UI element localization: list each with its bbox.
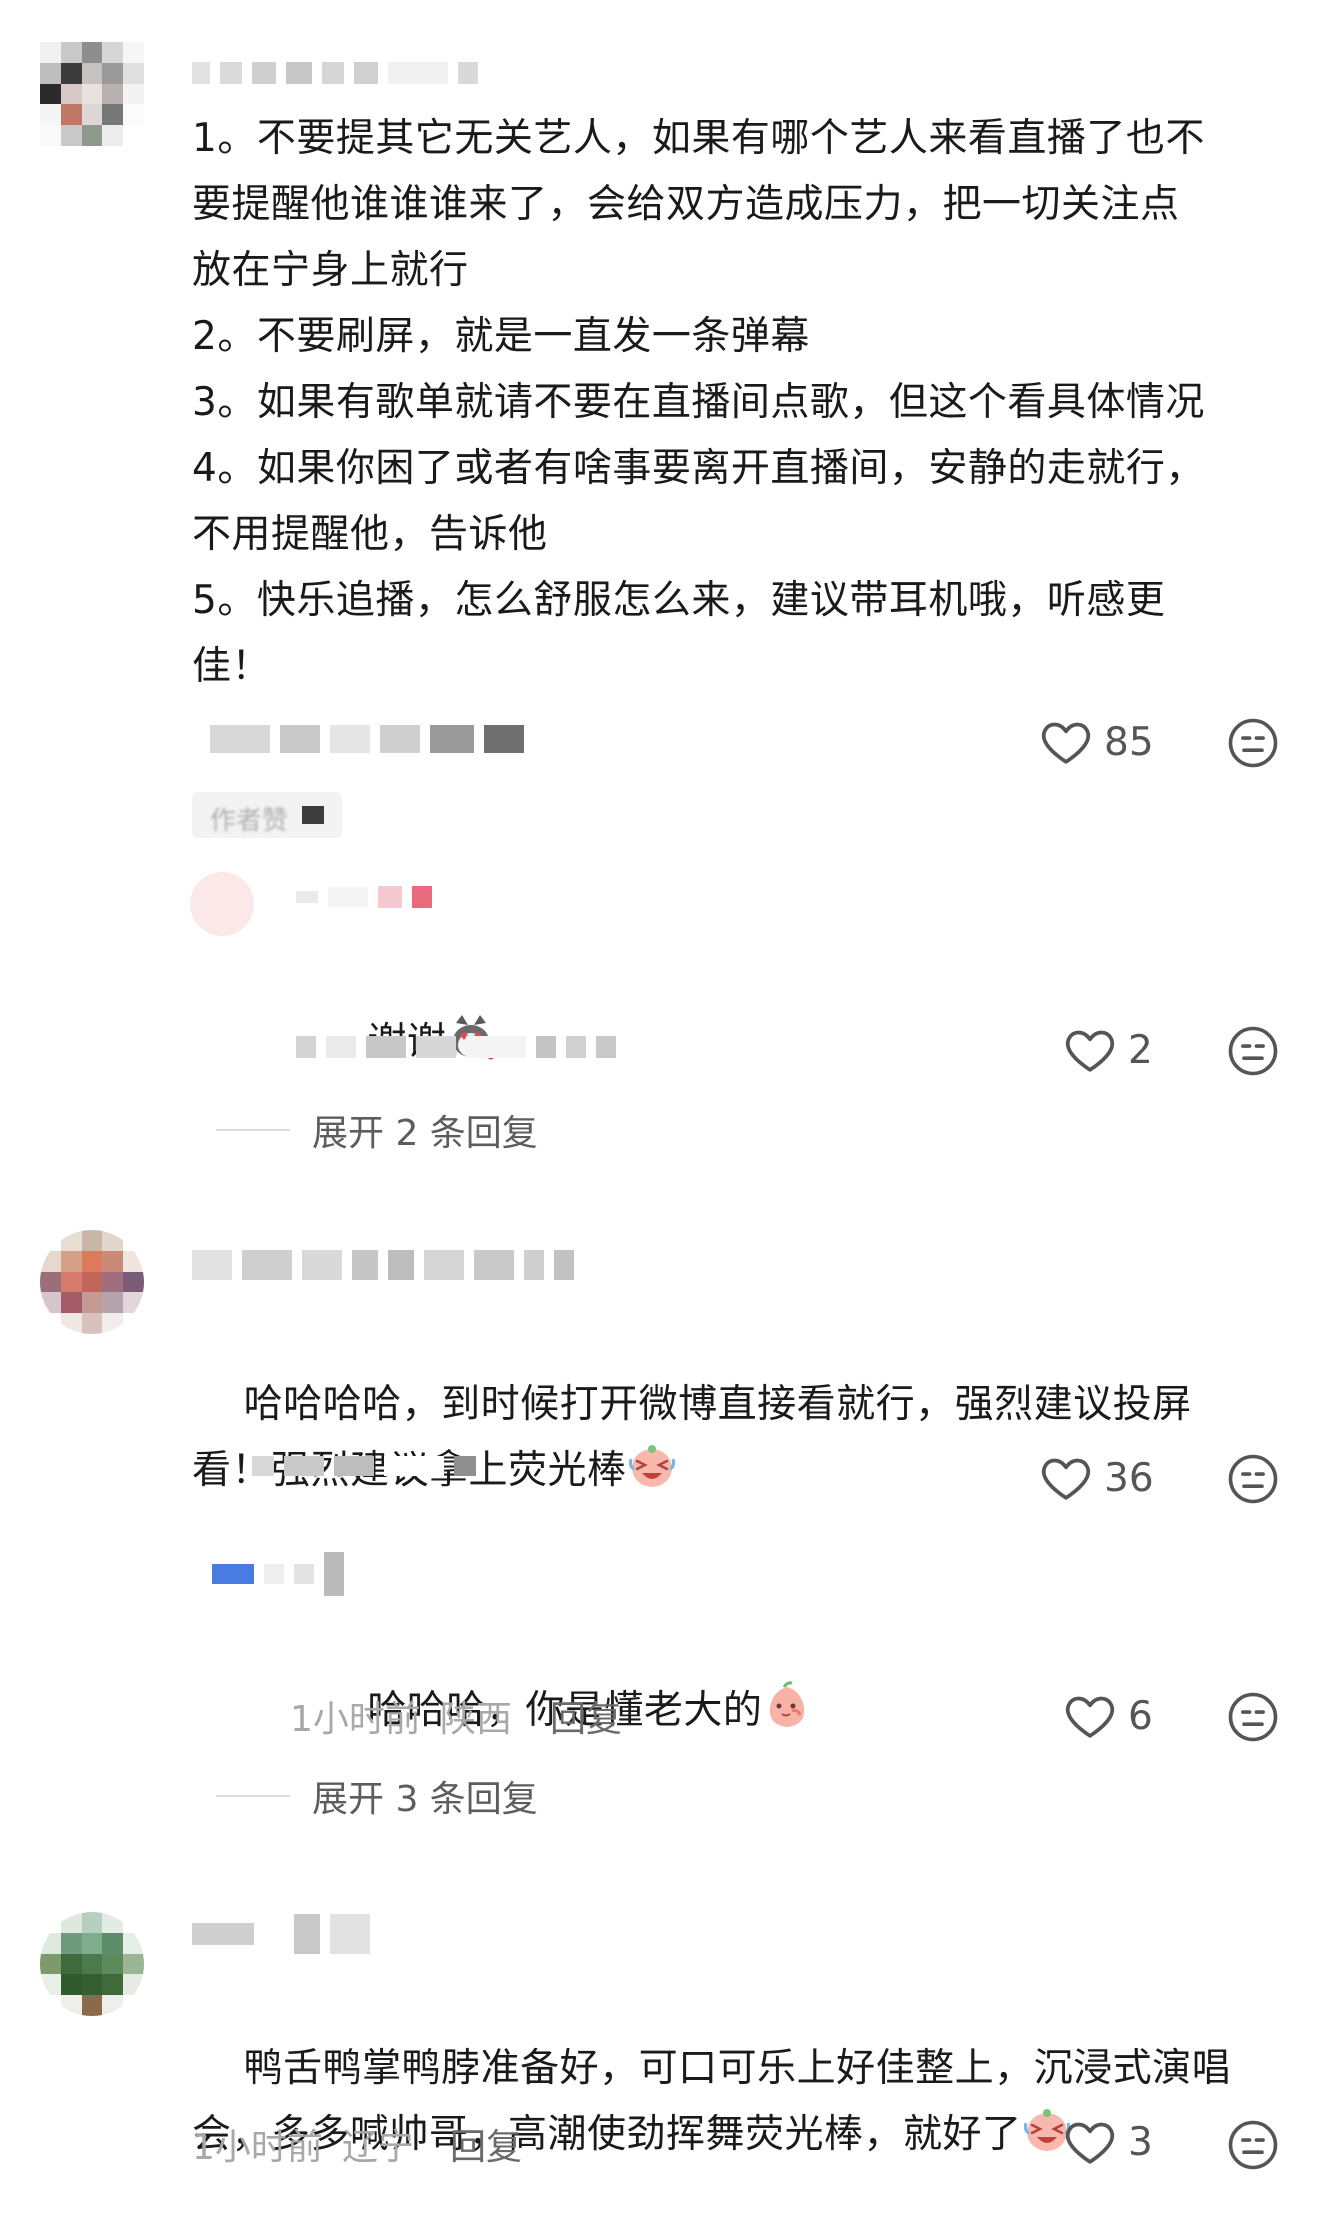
neutral-face-icon[interactable] — [1226, 1690, 1280, 1744]
avatar[interactable] — [40, 1230, 144, 1334]
neutral-face-icon[interactable] — [1226, 1452, 1280, 1506]
avatar[interactable] — [40, 1912, 144, 2016]
username-redacted[interactable] — [192, 62, 478, 84]
crying-laughing-face-emoji — [628, 1445, 675, 1487]
like-count: 36 — [1104, 1455, 1154, 1501]
neutral-face-icon[interactable] — [1226, 2118, 1280, 2172]
reply-avatar[interactable] — [190, 872, 254, 936]
avatar[interactable] — [40, 42, 144, 146]
like-button[interactable]: 36 — [1038, 1450, 1154, 1506]
heart-outline-icon — [1065, 2122, 1115, 2164]
comment-text: 1。不要提其它无关艺人，如果有哪个艺人来看直播了也不 要提醒他谁谁谁来了，会给双… — [192, 116, 1205, 689]
like-count: 85 — [1104, 719, 1154, 765]
reply-like-button[interactable]: 6 — [1062, 1688, 1153, 1744]
reply-meta-redacted — [296, 1036, 616, 1058]
heart-outline-icon — [1065, 1030, 1115, 1072]
heart-outline-icon — [1041, 722, 1091, 764]
username-redacted[interactable] — [192, 1250, 574, 1280]
comment-time: 1小时前 — [192, 2127, 323, 2168]
comment-text: 鸭舌鸭掌鸭脖准备好，可口可乐上好佳整上，沉浸式演唱 会，多多喊帅哥，高潮使劲挥舞… — [192, 2046, 1232, 2157]
reply-like-button[interactable]: 2 — [1062, 1022, 1153, 1078]
like-button[interactable]: 85 — [1038, 714, 1154, 770]
heart-outline-icon — [1041, 1458, 1091, 1500]
reply-time: 1小时前 — [290, 1699, 421, 1740]
reply-button[interactable]: 回复 — [450, 2118, 522, 2170]
comment-location: 辽宁 — [342, 2127, 415, 2168]
reply-button[interactable]: 回复 — [550, 1690, 622, 1742]
like-count: 6 — [1128, 1693, 1153, 1739]
comment-text: 哈哈哈哈，到时候打开微博直接看就行，强烈建议投屏 看！强烈建议拿上荧光棒 — [192, 1306, 1282, 1570]
reply-location: 陕西 — [440, 1699, 513, 1740]
reply-username-redacted[interactable] — [296, 886, 432, 908]
username-redacted[interactable] — [192, 1914, 370, 1954]
divider — [216, 1795, 290, 1797]
author-liked-badge: 作者赞 — [192, 792, 342, 838]
expand-replies-button[interactable]: 展开 2 条回复 — [216, 1104, 538, 1156]
neutral-face-icon[interactable] — [1226, 716, 1280, 770]
like-count: 2 — [1128, 1027, 1153, 1073]
heart-outline-icon — [1065, 1696, 1115, 1738]
reply-username-redacted[interactable] — [212, 1552, 344, 1596]
comment-meta-redacted — [252, 1456, 476, 1476]
shy-peach-emoji — [770, 1681, 805, 1727]
expand-replies-button[interactable]: 展开 3 条回复 — [216, 1770, 538, 1822]
like-count: 3 — [1128, 2119, 1153, 2165]
neutral-face-icon[interactable] — [1226, 1024, 1280, 1078]
comment-meta-redacted — [210, 725, 524, 753]
divider — [216, 1129, 290, 1131]
like-button[interactable]: 3 — [1062, 2114, 1153, 2170]
